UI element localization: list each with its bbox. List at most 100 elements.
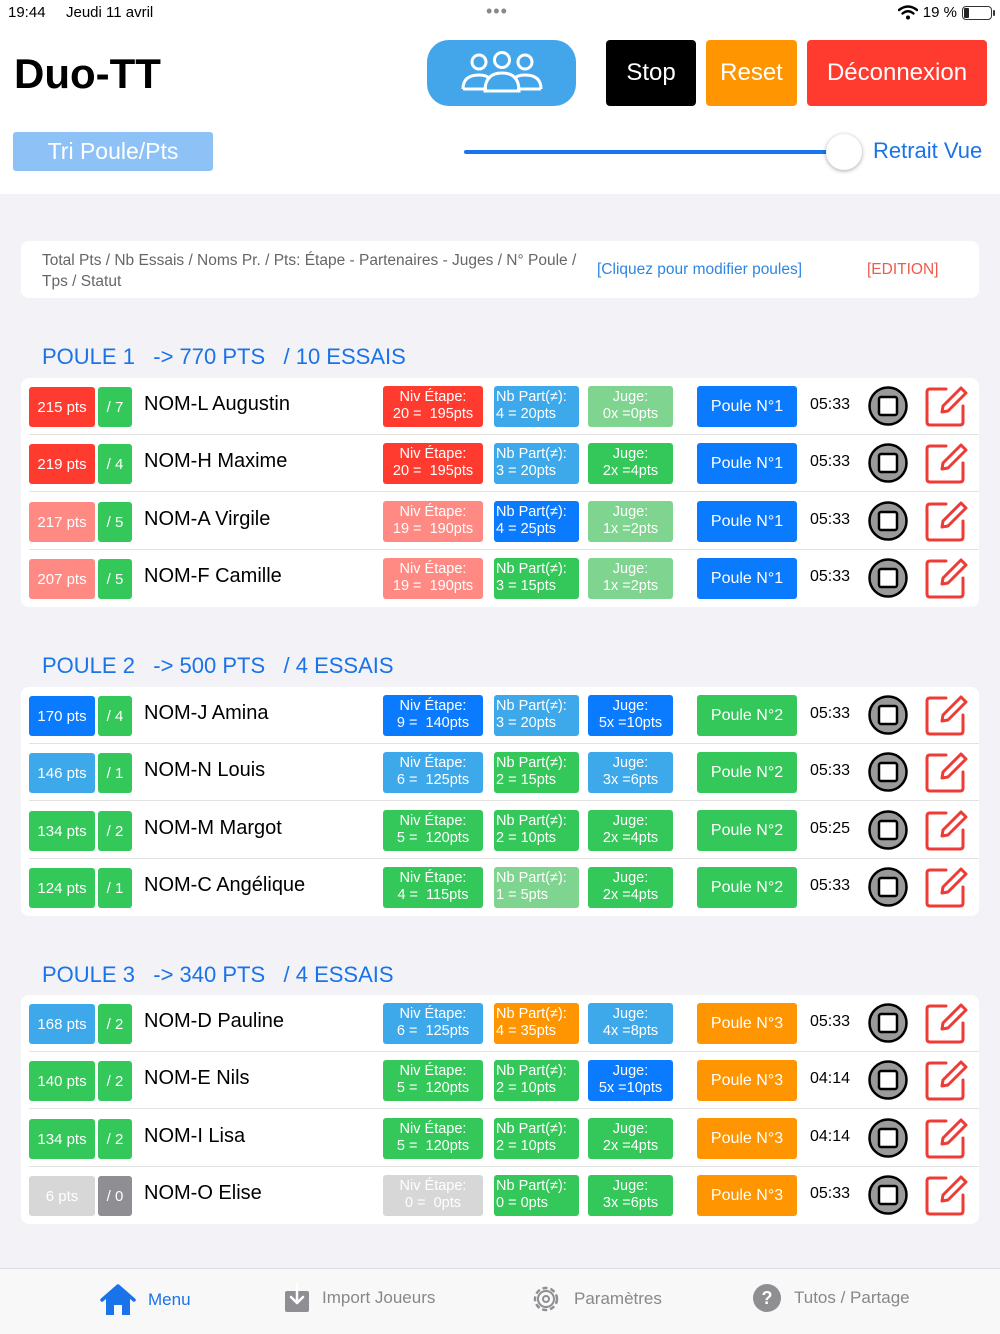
stop-square-icon[interactable] (868, 1175, 908, 1215)
player-name: NOM-J Amina (144, 702, 269, 724)
edit-icon[interactable] (924, 499, 968, 543)
judge-tag: Juge: 2x =4pts (588, 1118, 673, 1159)
sort-button[interactable]: Tri Poule/Pts (13, 132, 213, 171)
player-time: 05:33 (810, 762, 851, 779)
partners-tag: Nb Part(≠): 2 = 10pts (494, 1118, 579, 1159)
download-icon (285, 1283, 309, 1312)
player-row[interactable]: 215 pts / 7 NOM-L Augustin Niv Étape: 20… (21, 378, 979, 435)
retrait-slider-track[interactable] (464, 150, 844, 154)
player-time: 05:33 (810, 453, 851, 470)
edit-icon[interactable] (924, 693, 968, 737)
player-row[interactable]: 134 pts / 2 NOM-I Lisa Niv Étape: 5 = 12… (21, 1110, 979, 1167)
pool-number-tag[interactable]: Poule N°3 (697, 1003, 797, 1044)
app-title: Duo-TT (14, 50, 161, 97)
partners-tag: Nb Part(≠): 3 = 20pts (494, 443, 579, 484)
pool-number-tag[interactable]: Poule N°1 (697, 501, 797, 542)
player-row[interactable]: 168 pts / 2 NOM-D Pauline Niv Étape: 6 =… (21, 995, 979, 1052)
player-time: 04:14 (810, 1070, 851, 1087)
judge-tag: Juge: 0x =0pts (588, 386, 673, 427)
pool-card: 215 pts / 7 NOM-L Augustin Niv Étape: 20… (21, 378, 979, 607)
player-time: 04:14 (810, 1128, 851, 1145)
pool-number-tag[interactable]: Poule N°1 (697, 386, 797, 427)
pool-number-tag[interactable]: Poule N°2 (697, 810, 797, 851)
edit-icon[interactable] (924, 808, 968, 852)
row-separator (29, 1108, 979, 1109)
tab-tutos-label: Tutos / Partage (794, 1288, 910, 1307)
pool-number-tag[interactable]: Poule N°3 (697, 1118, 797, 1159)
tab-import-label: Import Joueurs (322, 1288, 436, 1307)
player-row[interactable]: 6 pts / 0 NOM-O Elise Niv Étape: 0 = 0pt… (21, 1167, 979, 1224)
pool-number-tag[interactable]: Poule N°1 (697, 558, 797, 599)
retrait-slider-thumb[interactable] (826, 134, 862, 170)
stop-square-icon[interactable] (868, 752, 908, 792)
tab-settings[interactable]: Paramètres (530, 1283, 662, 1315)
player-row[interactable]: 124 pts / 1 NOM-C Angélique Niv Étape: 4… (21, 859, 979, 916)
player-row[interactable]: 207 pts / 5 NOM-F Camille Niv Étape: 19 … (21, 550, 979, 607)
player-time: 05:33 (810, 1013, 851, 1030)
stop-square-icon[interactable] (868, 386, 908, 426)
stage-level-tag: Niv Étape: 6 = 125pts (383, 752, 483, 793)
total-points-badge: 6 pts (29, 1176, 95, 1216)
edit-icon[interactable] (924, 556, 968, 600)
total-points-badge: 170 pts (29, 696, 95, 736)
partners-tag: Nb Part(≠): 4 = 20pts (494, 386, 579, 427)
stop-square-icon[interactable] (868, 695, 908, 735)
partners-tag: Nb Part(≠): 2 = 15pts (494, 752, 579, 793)
tab-tutos[interactable]: ? Tutos / Partage (752, 1283, 910, 1313)
judge-tag: Juge: 1x =2pts (588, 501, 673, 542)
pool-number-tag[interactable]: Poule N°2 (697, 752, 797, 793)
player-name: NOM-E Nils (144, 1067, 250, 1089)
edit-icon[interactable] (924, 865, 968, 909)
edit-icon[interactable] (924, 441, 968, 485)
pool-number-tag[interactable]: Poule N°1 (697, 443, 797, 484)
stop-square-icon[interactable] (868, 867, 908, 907)
partners-tag: Nb Part(≠): 2 = 10pts (494, 810, 579, 851)
tab-import[interactable]: Import Joueurs (284, 1283, 435, 1313)
battery-icon (962, 5, 995, 20)
status-date: Jeudi 11 avril (66, 4, 154, 21)
tries-badge: / 2 (98, 1004, 132, 1044)
edit-icon[interactable] (924, 1116, 968, 1160)
tab-settings-label: Paramètres (574, 1289, 662, 1308)
judge-tag: Juge: 2x =4pts (588, 810, 673, 851)
edit-icon[interactable] (924, 750, 968, 794)
status-right: 19 % (897, 4, 995, 21)
multitask-dots-icon[interactable]: ••• (486, 1, 508, 22)
stop-square-icon[interactable] (868, 1118, 908, 1158)
header: Duo-TT Stop Reset Déconnexion Tri Poule/… (0, 26, 1000, 194)
stop-square-icon[interactable] (868, 443, 908, 483)
edit-icon[interactable] (924, 1001, 968, 1045)
player-row[interactable]: 219 pts / 4 NOM-H Maxime Niv Étape: 20 =… (21, 435, 979, 492)
total-points-badge: 146 pts (29, 753, 95, 793)
modify-pools-link[interactable]: [Cliquez pour modifier poules] (597, 261, 802, 279)
total-points-badge: 140 pts (29, 1061, 95, 1101)
player-row[interactable]: 170 pts / 4 NOM-J Amina Niv Étape: 9 = 1… (21, 687, 979, 744)
pool-number-tag[interactable]: Poule N°2 (697, 695, 797, 736)
stop-square-icon[interactable] (868, 558, 908, 598)
reset-button[interactable]: Reset (706, 40, 797, 106)
tries-badge: / 1 (98, 868, 132, 908)
player-row[interactable]: 217 pts / 5 NOM-A Virgile Niv Étape: 19 … (21, 493, 979, 550)
stop-square-icon[interactable] (868, 810, 908, 850)
stop-square-icon[interactable] (868, 1060, 908, 1100)
edition-label[interactable]: [EDITION] (867, 261, 938, 279)
pool-number-tag[interactable]: Poule N°2 (697, 867, 797, 908)
partners-tag: Nb Part(≠): 2 = 10pts (494, 1060, 579, 1101)
player-row[interactable]: 140 pts / 2 NOM-E Nils Niv Étape: 5 = 12… (21, 1052, 979, 1109)
logout-button[interactable]: Déconnexion (807, 40, 987, 106)
pool-number-tag[interactable]: Poule N°3 (697, 1175, 797, 1216)
edit-icon[interactable] (924, 1058, 968, 1102)
stop-button[interactable]: Stop (606, 40, 696, 106)
tries-badge: / 5 (98, 559, 132, 599)
tries-badge: / 7 (98, 387, 132, 427)
player-row[interactable]: 146 pts / 1 NOM-N Louis Niv Étape: 6 = 1… (21, 744, 979, 801)
stop-square-icon[interactable] (868, 1003, 908, 1043)
tab-menu[interactable]: Menu (100, 1283, 191, 1317)
edit-icon[interactable] (924, 384, 968, 428)
player-row[interactable]: 134 pts / 2 NOM-M Margot Niv Étape: 5 = … (21, 802, 979, 859)
pool-number-tag[interactable]: Poule N°3 (697, 1060, 797, 1101)
gear-icon (533, 1286, 559, 1312)
stop-square-icon[interactable] (868, 501, 908, 541)
group-button[interactable] (427, 40, 576, 106)
edit-icon[interactable] (924, 1173, 968, 1217)
